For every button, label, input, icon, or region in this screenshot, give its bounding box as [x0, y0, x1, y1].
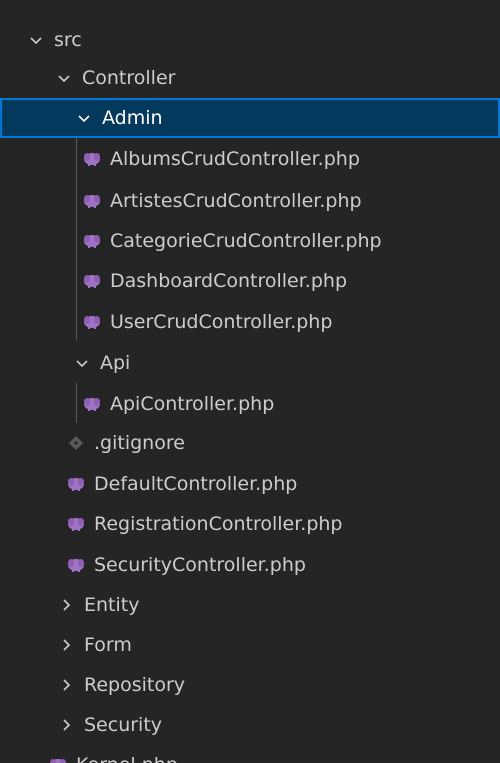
- folder-label: src: [54, 29, 82, 51]
- chevron-right-icon: [58, 677, 74, 693]
- php-elephant-icon: [82, 232, 102, 250]
- chevron-down-icon: [74, 355, 90, 371]
- file-gitignore[interactable]: .gitignore: [0, 423, 500, 463]
- chevron-down-icon: [76, 110, 92, 126]
- git-diamond-icon: [66, 434, 86, 452]
- chevron-down-icon: [28, 32, 44, 48]
- folder-repository[interactable]: Repository: [0, 665, 500, 705]
- chevron-right-icon: [58, 597, 74, 613]
- php-elephant-icon: [82, 395, 102, 413]
- file-albums-crud-controller[interactable]: AlbumsCrudController.php: [0, 139, 500, 179]
- php-elephant-icon: [66, 556, 86, 574]
- folder-label: Admin: [102, 107, 163, 129]
- file-explorer-tree: src Controller Admin AlbumsCrudControlle…: [0, 0, 500, 763]
- php-elephant-icon: [48, 756, 68, 763]
- file-categorie-crud-controller[interactable]: CategorieCrudController.php: [0, 221, 500, 261]
- php-elephant-icon: [82, 150, 102, 168]
- folder-security[interactable]: Security: [0, 705, 500, 745]
- file-label: DefaultController.php: [94, 473, 298, 495]
- folder-label: Repository: [84, 674, 186, 696]
- file-label: ApiController.php: [110, 393, 275, 415]
- file-label: CategorieCrudController.php: [110, 230, 382, 252]
- php-elephant-icon: [82, 192, 102, 210]
- file-label: ArtistesCrudController.php: [110, 190, 362, 212]
- folder-label: Controller: [82, 67, 176, 89]
- folder-label: Entity: [84, 594, 140, 616]
- file-artistes-crud-controller[interactable]: ArtistesCrudController.php: [0, 181, 500, 221]
- folder-entity[interactable]: Entity: [0, 585, 500, 625]
- file-user-crud-controller[interactable]: UserCrudController.php: [0, 302, 500, 342]
- file-label: UserCrudController.php: [110, 311, 333, 333]
- file-api-controller[interactable]: ApiController.php: [0, 384, 500, 424]
- folder-label: Form: [84, 634, 132, 656]
- php-elephant-icon: [82, 313, 102, 331]
- file-dashboard-controller[interactable]: DashboardController.php: [0, 261, 500, 301]
- file-label: RegistrationController.php: [94, 513, 343, 535]
- folder-label: Security: [84, 714, 163, 736]
- folder-api[interactable]: Api: [0, 343, 500, 383]
- file-security-controller[interactable]: SecurityController.php: [0, 545, 500, 585]
- file-label: Kernel.php: [76, 754, 178, 763]
- file-label: DashboardController.php: [110, 270, 347, 292]
- file-registration-controller[interactable]: RegistrationController.php: [0, 504, 500, 544]
- file-default-controller[interactable]: DefaultController.php: [0, 464, 500, 504]
- php-elephant-icon: [66, 475, 86, 493]
- chevron-down-icon: [56, 70, 72, 86]
- php-elephant-icon: [82, 272, 102, 290]
- chevron-right-icon: [58, 637, 74, 653]
- php-elephant-icon: [66, 515, 86, 533]
- file-label: SecurityController.php: [94, 554, 306, 576]
- folder-controller[interactable]: Controller: [0, 58, 500, 98]
- file-kernel[interactable]: Kernel.php: [0, 745, 500, 763]
- chevron-right-icon: [58, 717, 74, 733]
- folder-admin[interactable]: Admin: [0, 98, 500, 138]
- folder-label: Api: [100, 352, 131, 374]
- file-label: .gitignore: [94, 432, 185, 454]
- file-label: AlbumsCrudController.php: [110, 148, 360, 170]
- folder-form[interactable]: Form: [0, 625, 500, 665]
- folder-src[interactable]: src: [0, 20, 500, 60]
